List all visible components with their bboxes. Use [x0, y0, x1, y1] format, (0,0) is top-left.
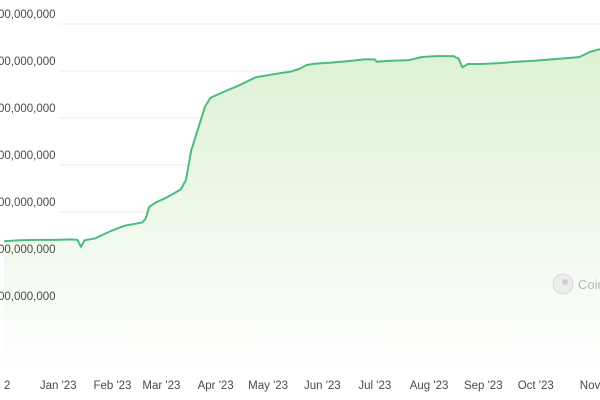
x-tick-label: Oct '23	[518, 380, 554, 392]
x-tick-label: Jan '23	[40, 380, 77, 392]
x-tick-label: Aug '23	[410, 380, 449, 392]
y-tick-label: 00,000,000	[0, 291, 56, 303]
x-tick-label: Feb '23	[93, 380, 131, 392]
area-fill	[4, 49, 600, 372]
y-tick-label: 00,000,000	[0, 244, 56, 256]
x-axis-ticks: 2 Jan '23 Feb '23 Mar '23 Apr '23 May '23 Jun …	[4, 380, 600, 392]
area-chart: 00,000,000 00,000,000 00,000,000 00,000,000…	[0, 9, 600, 392]
x-tick-label: Jun '23	[304, 380, 341, 392]
y-tick-label: 00,000,000	[0, 9, 56, 21]
gecko-eye-icon	[562, 279, 568, 285]
x-tick-label: Sep '23	[464, 380, 503, 392]
y-tick-label: 00,000,000	[0, 56, 56, 68]
x-tick-label: Nov	[580, 380, 600, 392]
x-tick-label: May '23	[248, 380, 288, 392]
chart-container: 00,000,000 00,000,000 00,000,000 00,000,000…	[0, 0, 600, 400]
x-tick-label: Mar '23	[142, 380, 180, 392]
x-tick-label: Jul '23	[358, 380, 391, 392]
y-tick-label: 00,000,000	[0, 103, 56, 115]
watermark-text: Coin	[578, 277, 600, 292]
x-tick-label: 2	[4, 380, 10, 392]
x-tick-label: Apr '23	[198, 380, 234, 392]
y-tick-label: 00,000,000	[0, 150, 56, 162]
y-tick-label: 00,000,000	[0, 197, 56, 209]
